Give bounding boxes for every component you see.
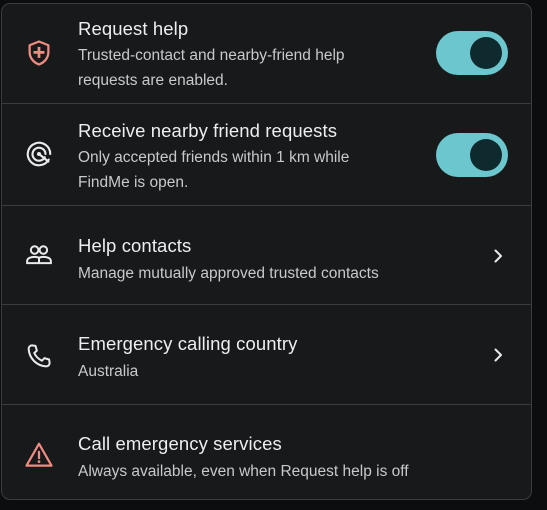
toggle-knob <box>470 37 502 69</box>
shield-plus-icon <box>22 36 56 70</box>
setting-title: Call emergency services <box>78 433 282 454</box>
warning-triangle-icon <box>22 438 56 472</box>
setting-subtitle: Manage mutually approved trusted contact… <box>78 261 408 286</box>
people-icon <box>22 238 56 272</box>
setting-help-contacts[interactable]: Help contacts Manage mutually approved t… <box>2 205 531 304</box>
setting-subtitle: Trusted-contact and nearby-friend help r… <box>78 43 408 93</box>
subtitle-line: Always available, even when Request help… <box>78 463 409 480</box>
phone-icon <box>22 339 56 373</box>
setting-nearby-friend-requests[interactable]: Receive nearby friend requests Only acce… <box>2 103 531 205</box>
request-help-toggle[interactable] <box>436 31 508 75</box>
setting-call-emergency-services[interactable]: Call emergency services Always available… <box>2 404 531 499</box>
subtitle-line: Manage mutually approved trusted contact… <box>78 265 379 282</box>
settings-card: Request help Trusted-contact and nearby-… <box>1 3 532 500</box>
subtitle-line: FindMe is open. <box>78 174 189 191</box>
setting-title: Request help <box>78 18 189 39</box>
nearby-requests-toggle[interactable] <box>436 133 508 177</box>
setting-emergency-calling-country[interactable]: Emergency calling country Australia <box>2 304 531 404</box>
subtitle-line: Only accepted friends within 1 km while <box>78 149 350 166</box>
toggle-knob <box>470 139 502 171</box>
setting-subtitle: Always available, even when Request help… <box>78 459 409 484</box>
chevron-right-icon <box>488 345 508 365</box>
chevron-right-icon <box>488 246 508 266</box>
setting-title: Emergency calling country <box>78 333 298 354</box>
setting-request-help[interactable]: Request help Trusted-contact and nearby-… <box>2 4 531 103</box>
setting-title: Help contacts <box>78 235 192 256</box>
subtitle-line: requests are enabled. <box>78 72 228 89</box>
nearby-radar-icon <box>22 137 56 171</box>
setting-subtitle: Australia <box>78 359 408 384</box>
setting-subtitle: Only accepted friends within 1 km while … <box>78 145 408 195</box>
setting-title: Receive nearby friend requests <box>78 120 338 141</box>
subtitle-line: Australia <box>78 363 139 380</box>
subtitle-line: Trusted-contact and nearby-friend help <box>78 47 345 64</box>
